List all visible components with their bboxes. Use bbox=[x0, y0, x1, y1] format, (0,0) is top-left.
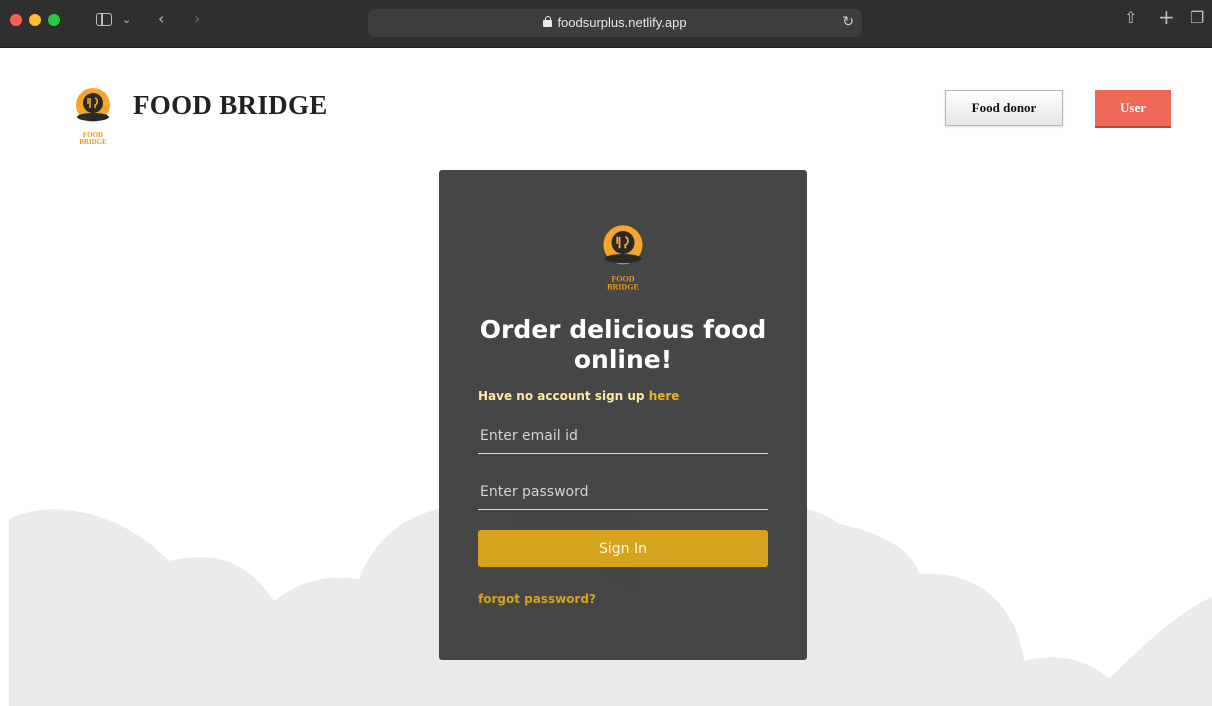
minimize-window-button[interactable] bbox=[29, 14, 41, 26]
page: FOOD BRIDGE FOOD BRIDGE Food donor User … bbox=[9, 49, 1212, 706]
forgot-password-link[interactable]: forgot password? bbox=[478, 592, 596, 606]
logo-text-bottom: BRIDGE bbox=[79, 138, 107, 146]
share-icon[interactable]: ⇧ bbox=[1124, 9, 1137, 27]
close-window-button[interactable] bbox=[10, 14, 22, 26]
password-input[interactable] bbox=[478, 480, 768, 510]
address-bar[interactable]: foodsurplus.netlify.app ↻ bbox=[368, 9, 862, 37]
browser-toolbar: ⌄ ‹ › foodsurplus.netlify.app ↻ ⇧ + ❐ bbox=[0, 0, 1212, 48]
signup-prompt: Have no account sign up here bbox=[478, 389, 679, 403]
new-tab-icon[interactable]: + bbox=[1158, 7, 1175, 27]
food-bridge-logo: FOOD BRIDGE bbox=[603, 225, 643, 292]
window-controls bbox=[10, 14, 60, 26]
signup-link[interactable]: here bbox=[649, 389, 680, 403]
signup-text: Have no account sign up bbox=[478, 389, 645, 403]
brand-name: FOOD BRIDGE bbox=[133, 90, 328, 120]
reload-icon[interactable]: ↻ bbox=[842, 14, 854, 30]
tab-overview-icon[interactable]: ❐ bbox=[1190, 9, 1204, 27]
food-donor-button[interactable]: Food donor bbox=[945, 90, 1063, 126]
sidebar-toggle-icon[interactable] bbox=[96, 13, 112, 26]
user-button[interactable]: User bbox=[1095, 90, 1171, 128]
lock-icon bbox=[543, 16, 553, 27]
chevron-down-icon[interactable]: ⌄ bbox=[122, 11, 131, 29]
login-headline: Order delicious food online! bbox=[479, 315, 767, 374]
logo-text-bottom: BRIDGE bbox=[607, 283, 639, 292]
login-card: FOOD BRIDGE Order delicious food online!… bbox=[439, 170, 807, 660]
email-input[interactable] bbox=[478, 424, 768, 454]
food-bridge-logo: FOOD BRIDGE bbox=[76, 88, 110, 146]
url-text: foodsurplus.netlify.app bbox=[557, 15, 687, 30]
back-icon[interactable]: ‹ bbox=[158, 10, 164, 28]
zoom-window-button[interactable] bbox=[48, 14, 60, 26]
forward-icon[interactable]: › bbox=[194, 10, 200, 28]
sign-in-button[interactable]: Sign In bbox=[478, 530, 768, 567]
